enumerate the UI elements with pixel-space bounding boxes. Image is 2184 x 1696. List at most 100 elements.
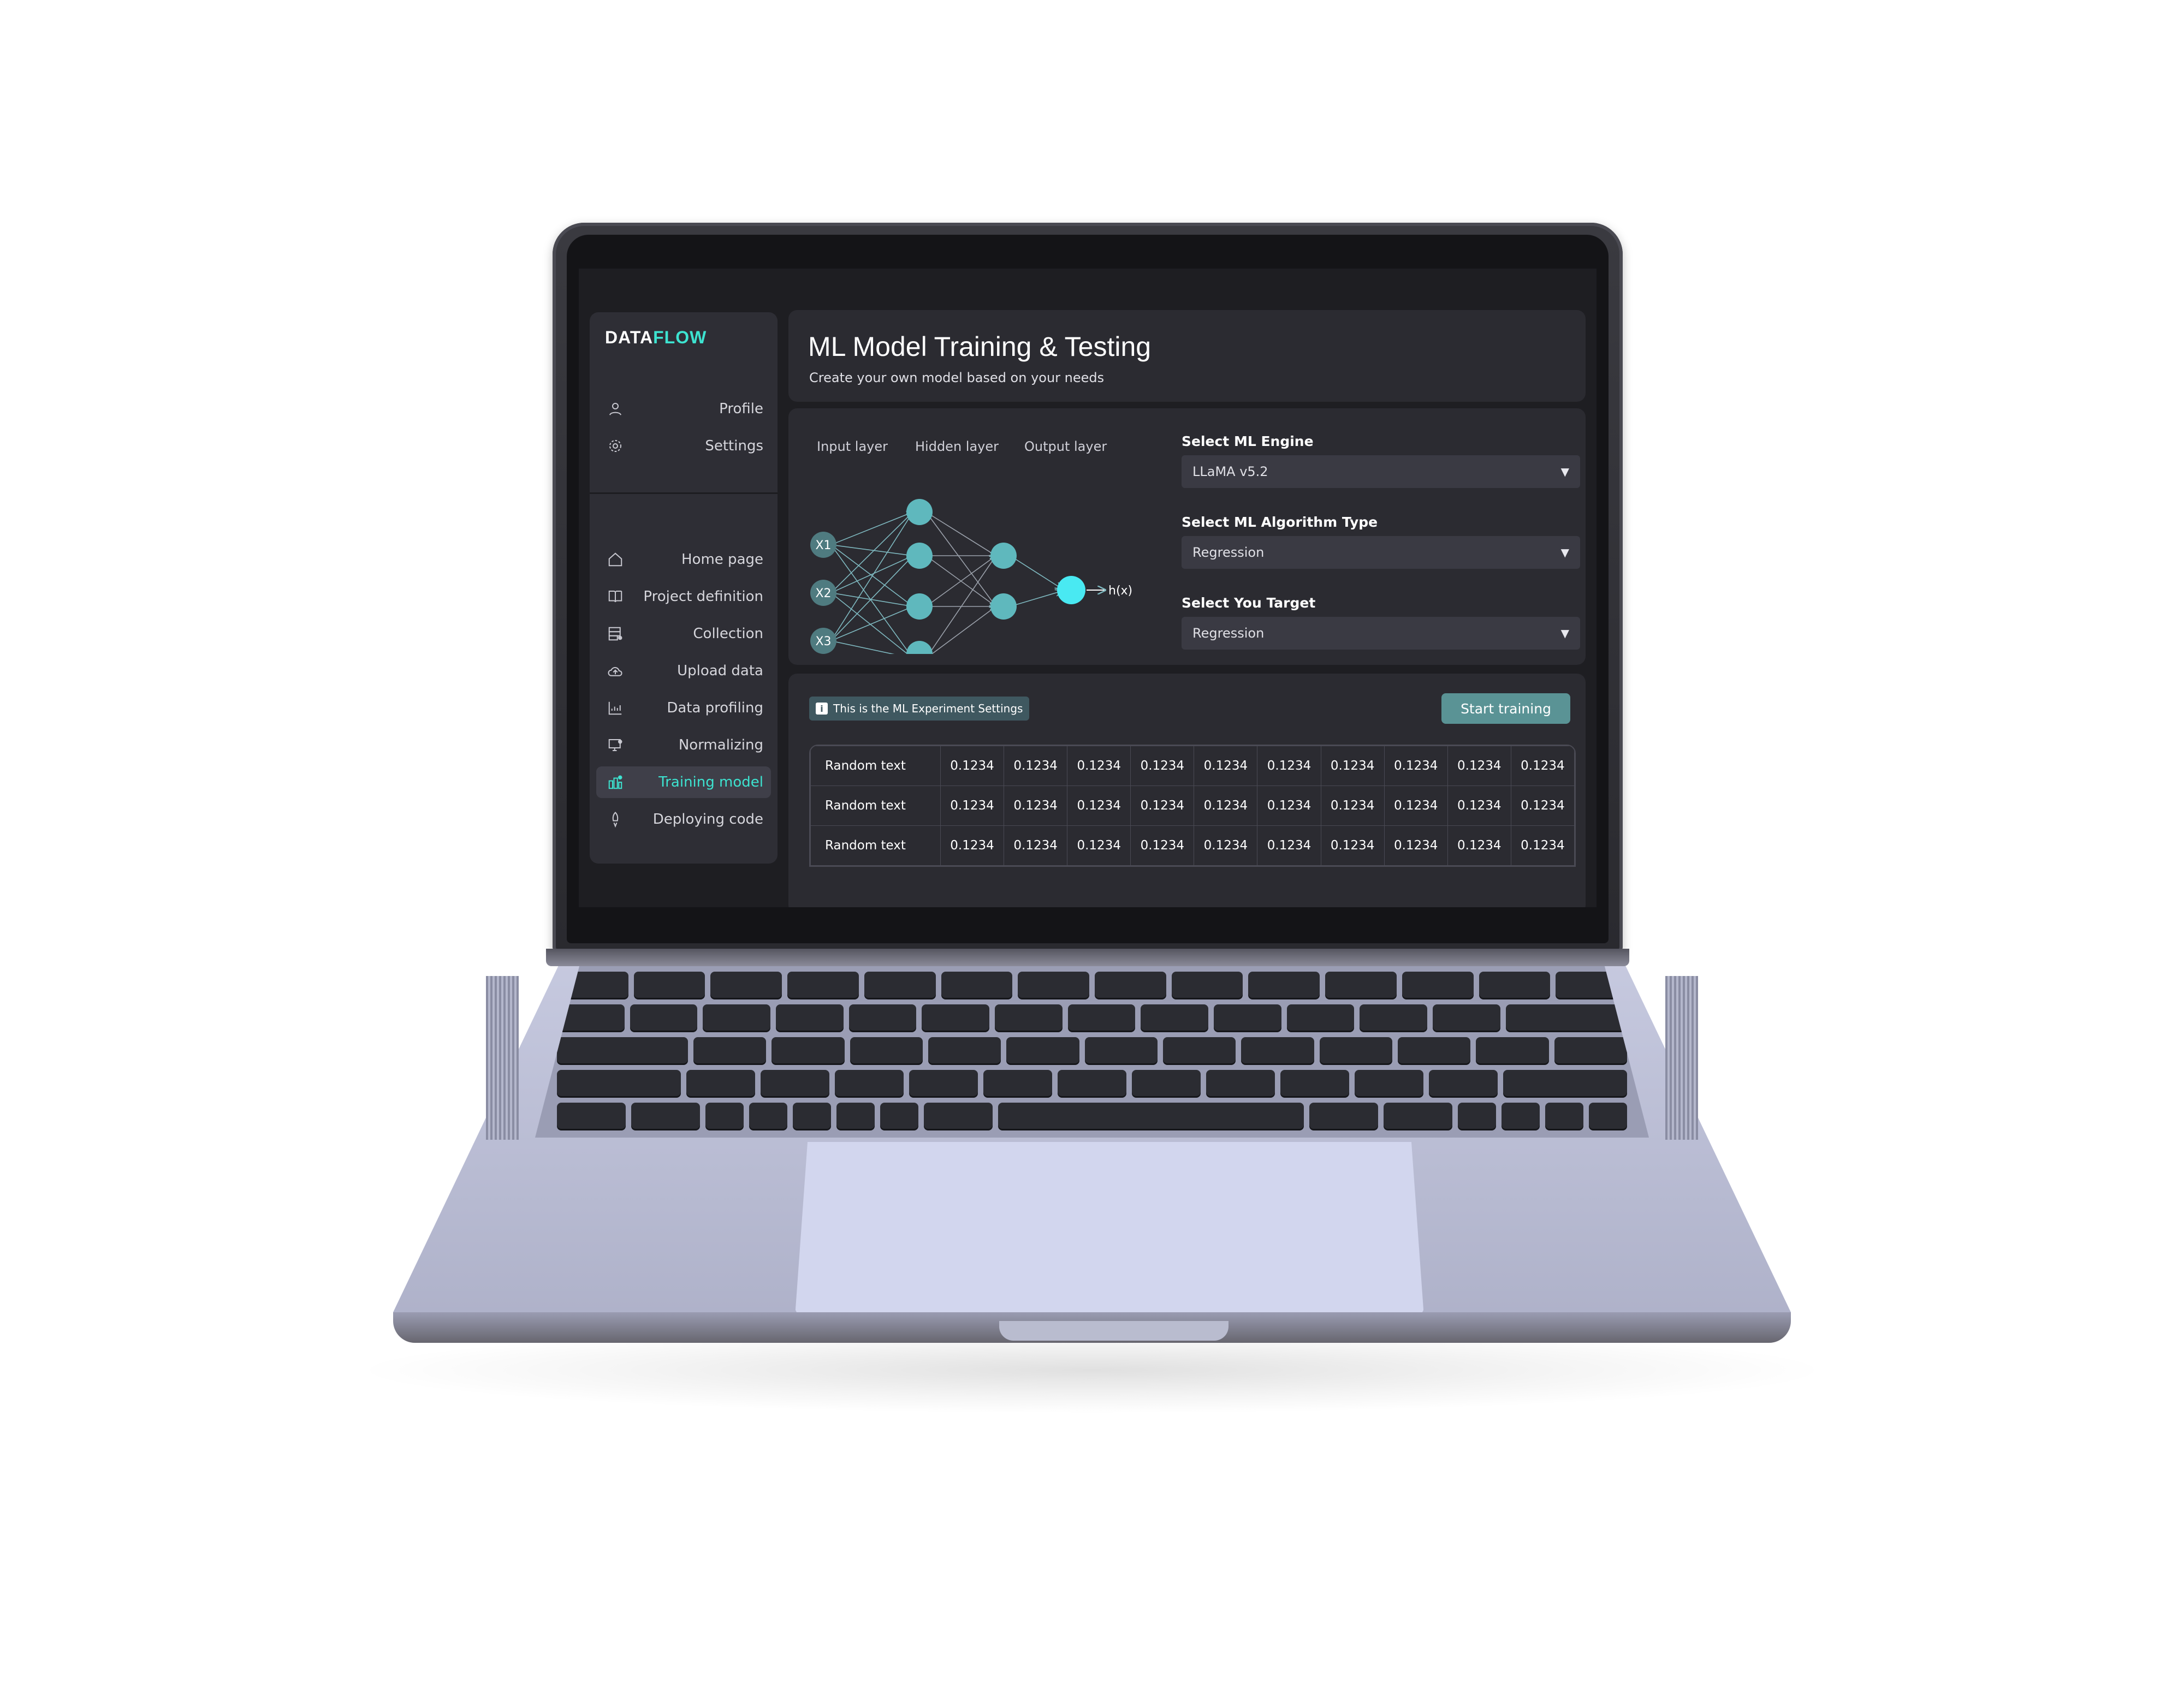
table-cell: 0.1234 <box>940 785 1005 826</box>
table-cell: 0.1234 <box>1004 746 1068 786</box>
sidebar-item-label: Normalizing <box>678 737 763 753</box>
page-title: ML Model Training & Testing <box>808 331 1152 362</box>
trackpad[interactable] <box>795 1142 1424 1317</box>
caret-down-icon: ▼ <box>1560 465 1569 478</box>
chart-icon <box>608 701 622 715</box>
table-row: Random text 0.1234 0.1234 0.1234 0.1234 … <box>810 825 1575 866</box>
hidden-nodes <box>906 499 1017 654</box>
database-icon <box>608 627 622 641</box>
sidebar-item-home-page[interactable]: Home page <box>596 544 771 575</box>
start-training-button[interactable]: Start training <box>1441 693 1570 724</box>
row-header: Random text <box>810 825 941 866</box>
caret-down-icon: ▼ <box>1560 546 1569 559</box>
hidden-node <box>906 543 933 569</box>
table-cell: 0.1234 <box>1004 825 1068 866</box>
table-cell: 0.1234 <box>1130 785 1195 826</box>
experiment-info-text: This is the ML Experiment Settings <box>833 702 1023 715</box>
table-row: Random text 0.1234 0.1234 0.1234 0.1234 … <box>810 746 1575 786</box>
sidebar-item-label: Data profiling <box>667 700 763 716</box>
table-cell: 0.1234 <box>1510 785 1575 826</box>
experiment-panel: i This is the ML Experiment Settings Sta… <box>788 674 1586 907</box>
input-node-label: X2 <box>815 587 831 600</box>
table-cell: 0.1234 <box>1194 825 1258 866</box>
page-header: ML Model Training & Testing Create your … <box>788 310 1586 402</box>
table-cell: 0.1234 <box>1384 746 1448 786</box>
sidebar-item-label: Upload data <box>677 663 763 679</box>
engine-select[interactable]: LLaMA v5.2 ▼ <box>1182 455 1580 488</box>
target-label: Select You Target <box>1182 595 1316 611</box>
row-header: Random text <box>810 785 941 826</box>
sidebar-item-normalizing[interactable]: Normalizing <box>596 729 771 761</box>
model-config-panel: Input layer Hidden layer Output layer X1… <box>788 408 1586 665</box>
algorithm-select[interactable]: Regression ▼ <box>1182 536 1580 569</box>
rocket-icon <box>612 812 619 828</box>
table-cell: 0.1234 <box>1447 785 1511 826</box>
book-icon <box>608 591 622 603</box>
hidden-node <box>990 543 1017 569</box>
lid-notch <box>999 1321 1228 1341</box>
sidebar-item-collection[interactable]: Collection <box>596 618 771 650</box>
target-select-value: Regression <box>1192 626 1265 641</box>
table-cell: 0.1234 <box>1320 746 1385 786</box>
dataflow-logo[interactable]: DATAFLOW <box>605 328 707 348</box>
sidebar-item-training-model[interactable]: Training model <box>596 766 771 798</box>
page-subtitle: Create your own model based on your need… <box>809 370 1105 385</box>
laptop-hinge <box>546 949 1629 966</box>
laptop-screen: DATAFLOW Profile Settings Home page Proj… <box>579 269 1597 907</box>
sidebar-item-project-definition[interactable]: Project definition <box>596 581 771 612</box>
table-cell: 0.1234 <box>1130 746 1195 786</box>
table-cell: 0.1234 <box>1257 746 1321 786</box>
row-header: Random text <box>810 746 941 786</box>
keyboard <box>535 965 1649 1138</box>
caret-down-icon: ▼ <box>1560 627 1569 640</box>
table-cell: 0.1234 <box>1320 785 1385 826</box>
neural-network-diagram: X1 X2 X3 h(x) <box>810 499 1132 654</box>
cloud-upload-icon <box>608 667 622 676</box>
table-cell: 0.1234 <box>1320 825 1385 866</box>
sidebar-item-label: Deploying code <box>652 811 763 828</box>
input-node-label: X1 <box>815 539 831 552</box>
table-row: Random text 0.1234 0.1234 0.1234 0.1234 … <box>810 785 1575 826</box>
hidden-node <box>906 499 933 525</box>
sidebar-item-label: Home page <box>681 551 763 568</box>
hidden-to-output-edges <box>1010 555 1061 607</box>
gear-icon <box>609 440 621 452</box>
table-cell: 0.1234 <box>940 825 1005 866</box>
table-cell: 0.1234 <box>1004 785 1068 826</box>
table-cell: 0.1234 <box>1194 746 1258 786</box>
hidden-node <box>990 593 1017 620</box>
training-icon <box>608 775 622 789</box>
left-speaker-grille <box>486 976 519 1140</box>
results-table: Random text 0.1234 0.1234 0.1234 0.1234 … <box>809 745 1576 867</box>
sidebar-item-deploying-code[interactable]: Deploying code <box>596 804 771 835</box>
sidebar-item-profile[interactable]: Profile <box>596 393 771 425</box>
sidebar: DATAFLOW Profile Settings Home page Proj… <box>590 312 778 864</box>
hidden-node <box>906 641 933 654</box>
table-cell: 0.1234 <box>1130 825 1195 866</box>
sidebar-item-label: Training model <box>658 774 763 790</box>
algorithm-label: Select ML Algorithm Type <box>1182 514 1378 530</box>
target-select[interactable]: Regression ▼ <box>1182 617 1580 650</box>
experiment-info-badge: i This is the ML Experiment Settings <box>809 697 1030 721</box>
user-icon <box>609 403 621 415</box>
sidebar-item-label: Settings <box>705 438 763 454</box>
home-icon <box>608 552 622 567</box>
sidebar-item-data-profiling[interactable]: Data profiling <box>596 692 771 724</box>
sidebar-item-settings[interactable]: Settings <box>596 430 771 462</box>
table-cell: 0.1234 <box>940 746 1005 786</box>
output-label: h(x) <box>1108 584 1132 598</box>
table-cell: 0.1234 <box>1510 825 1575 866</box>
input-to-hidden-edges <box>830 512 913 654</box>
engine-select-value: LLaMA v5.2 <box>1192 464 1268 479</box>
algorithm-select-value: Regression <box>1192 545 1265 560</box>
sidebar-item-upload-data[interactable]: Upload data <box>596 655 771 687</box>
hidden-node <box>906 593 933 620</box>
hidden-to-hidden-edges <box>925 511 996 654</box>
input-node-label: X3 <box>815 635 831 648</box>
sidebar-item-label: Project definition <box>643 588 763 605</box>
output-node <box>1057 576 1085 604</box>
table-cell: 0.1234 <box>1447 825 1511 866</box>
table-cell: 0.1234 <box>1067 825 1131 866</box>
info-icon: i <box>816 703 828 715</box>
monitor-icon <box>608 739 622 751</box>
